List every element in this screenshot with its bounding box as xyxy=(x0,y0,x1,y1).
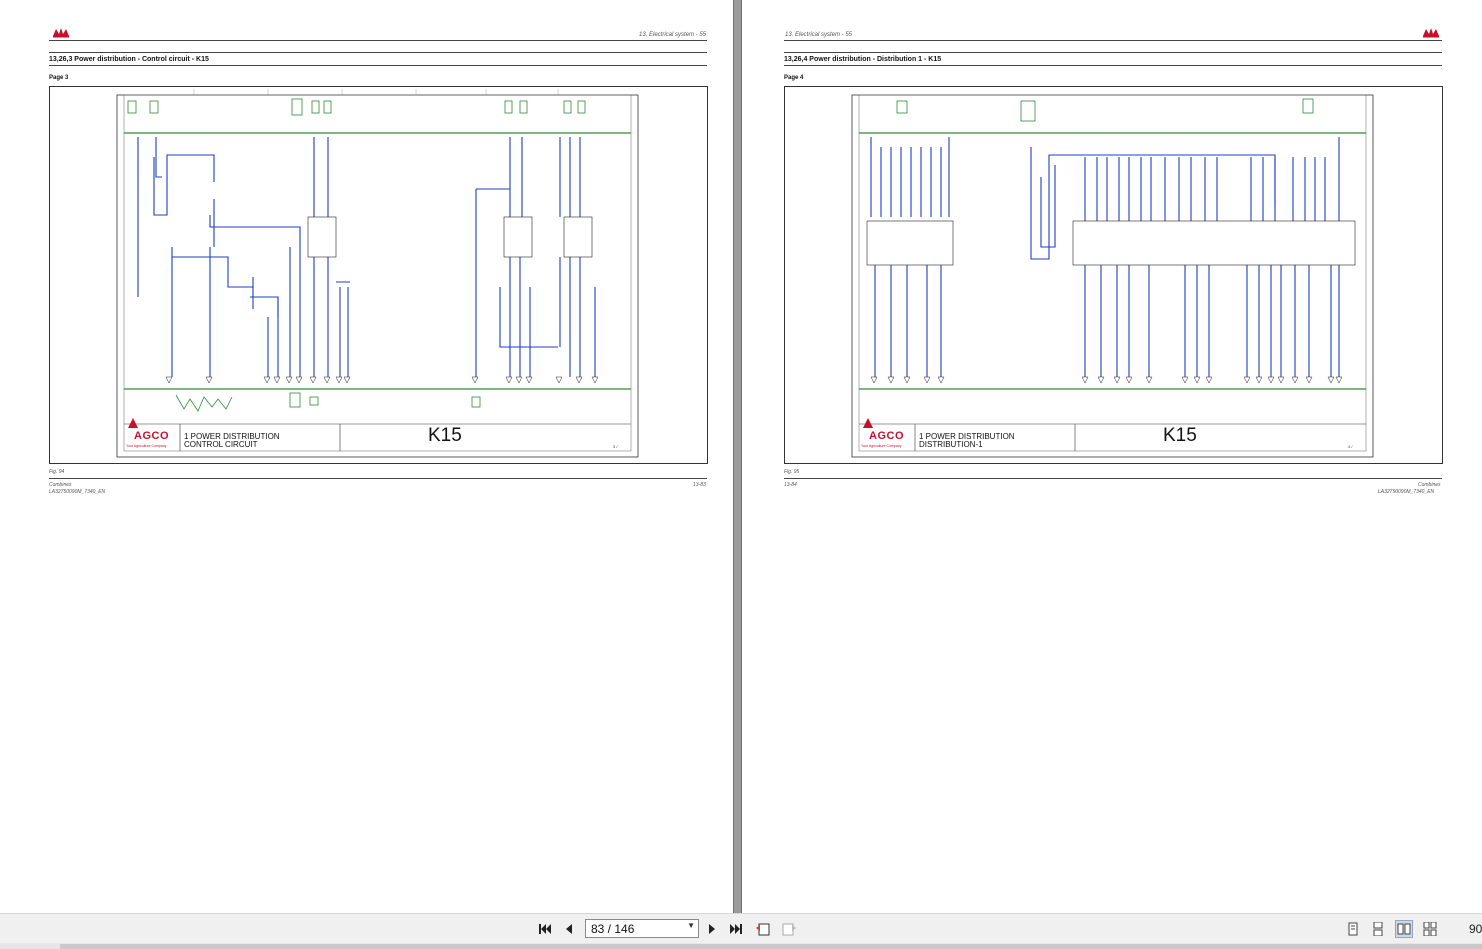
footer-doc-id: LA32750090M_7340_EN xyxy=(1378,489,1435,495)
footer-page-number: 13-84 xyxy=(784,482,797,488)
next-view-icon xyxy=(782,923,796,936)
document-viewer: 13. Electrical system - 55 13,26,3 Power… xyxy=(0,0,1482,913)
previous-page-button[interactable] xyxy=(561,921,577,937)
left-page: 13. Electrical system - 55 13,26,3 Power… xyxy=(0,0,733,913)
continuous-facing-icon xyxy=(1423,922,1437,936)
next-page-icon xyxy=(709,924,715,934)
section-title: 13,26,4 Power distribution - Distributio… xyxy=(784,56,942,63)
sheet-number: 3 / xyxy=(613,444,618,449)
title-rule-bottom xyxy=(784,65,1442,66)
header-rule xyxy=(49,40,707,41)
page-number-value: 83 / 146 xyxy=(591,922,635,936)
agco-brand: AGCO xyxy=(134,430,169,442)
diagram-title-line2: DISTRIBUTION-1 xyxy=(919,440,983,449)
page-gutter xyxy=(733,0,742,913)
horizontal-scrollbar[interactable] xyxy=(0,943,1482,949)
title-rule-top xyxy=(49,52,707,53)
navigation-toolbar: 83 / 146 ▼ 90 xyxy=(0,913,1482,943)
page-number-select[interactable]: 83 / 146 ▼ xyxy=(585,919,699,938)
zoom-level[interactable]: 90 xyxy=(1469,922,1482,936)
footer-rule xyxy=(49,478,707,479)
scrollbar-thumb[interactable] xyxy=(60,944,1482,949)
schematic-drawing xyxy=(116,89,639,458)
title-rule-bottom xyxy=(49,65,707,66)
single-page-view-button[interactable] xyxy=(1344,920,1362,938)
agco-brand: AGCO xyxy=(869,430,904,442)
diagram-title-line2: CONTROL CIRCUIT xyxy=(184,440,258,449)
footer-page-number: 13-83 xyxy=(693,482,706,488)
footer-doc-id: LA32750090M_7340_EN xyxy=(49,489,106,495)
agco-tagline: Your Agriculture Company xyxy=(126,444,167,448)
brand-logo-icon xyxy=(1423,28,1439,38)
footer-rule xyxy=(784,478,1442,479)
page-label: Page 3 xyxy=(49,75,69,81)
last-page-icon xyxy=(730,924,742,934)
page-header: 13. Electrical system - 55 xyxy=(785,32,853,38)
sheet-number: 4 / xyxy=(1348,444,1353,449)
first-page-icon xyxy=(539,924,551,934)
first-page-button[interactable] xyxy=(537,921,553,937)
header-rule xyxy=(784,40,1442,41)
diagram-code: K15 xyxy=(428,425,462,446)
wiring-diagram: AGCO Your Agriculture Company 1 POWER DI… xyxy=(49,86,708,464)
footer-product: Combines xyxy=(1418,482,1441,488)
facing-pages-icon xyxy=(1397,923,1411,935)
figure-caption: Fig. 95 xyxy=(784,469,800,475)
continuous-view-button[interactable] xyxy=(1369,920,1387,938)
page-label: Page 4 xyxy=(784,75,804,81)
schematic-drawing xyxy=(851,94,1374,458)
page-header: 13. Electrical system - 55 xyxy=(639,32,707,38)
next-page-button[interactable] xyxy=(704,921,720,937)
agco-tagline: Your Agriculture Company xyxy=(861,444,902,448)
diagram-code: K15 xyxy=(1163,425,1197,446)
wiring-diagram: AGCO Your Agriculture Company 1 POWER DI… xyxy=(784,86,1443,464)
previous-page-icon xyxy=(566,924,572,934)
previous-view-button[interactable] xyxy=(755,921,771,937)
last-page-button[interactable] xyxy=(728,921,744,937)
continuous-page-icon xyxy=(1373,922,1383,936)
figure-caption: Fig. 94 xyxy=(49,469,65,475)
footer-product: Combines xyxy=(49,482,72,488)
brand-logo-icon xyxy=(53,28,69,38)
single-page-icon xyxy=(1348,922,1358,936)
previous-view-icon xyxy=(756,923,770,936)
section-title: 13,26,3 Power distribution - Control cir… xyxy=(49,56,209,63)
next-view-button[interactable] xyxy=(781,921,797,937)
right-page: 13. Electrical system - 55 13,26,4 Power… xyxy=(742,0,1482,913)
facing-view-button[interactable] xyxy=(1395,920,1413,938)
chevron-down-icon: ▼ xyxy=(687,921,695,930)
continuous-facing-view-button[interactable] xyxy=(1421,920,1439,938)
title-rule-top xyxy=(784,52,1442,53)
